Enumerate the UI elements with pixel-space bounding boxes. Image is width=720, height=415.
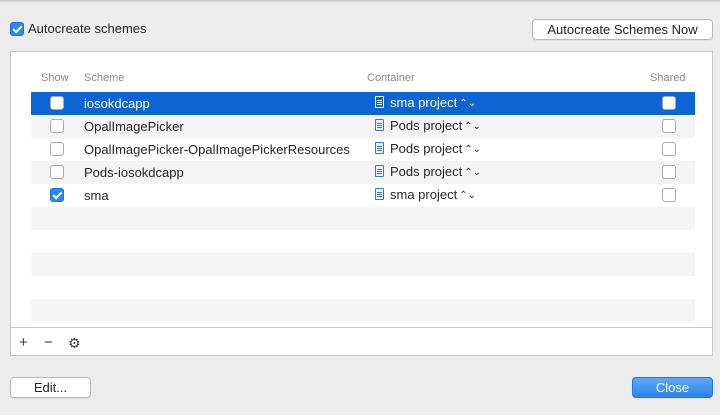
chevron-updown-icon: ⌃⌄: [464, 144, 482, 155]
show-checkbox[interactable]: [50, 165, 64, 179]
header-container[interactable]: Container: [367, 72, 415, 84]
project-document-icon: [375, 142, 384, 154]
empty-row: [31, 207, 695, 230]
window-top-edge: [0, 0, 720, 3]
empty-row: [31, 230, 695, 253]
remove-scheme-button[interactable]: −: [44, 335, 53, 351]
container-popup[interactable]: Pods project ⌃⌄: [375, 164, 481, 179]
container-label: sma project: [390, 95, 458, 110]
schemes-table: Show Scheme Container Shared iosokdcapp …: [10, 51, 713, 356]
scheme-name: Pods-iosokdcapp: [84, 165, 184, 180]
table-row[interactable]: OpalImagePicker-OpalImagePickerResources…: [31, 138, 695, 161]
container-popup[interactable]: sma project ⌃⌄: [375, 95, 476, 110]
table-bottom-divider: [11, 327, 712, 328]
chevron-updown-icon: ⌃⌄: [459, 98, 476, 109]
project-document-icon: [375, 188, 384, 200]
chevron-updown-icon: ⌃⌄: [459, 190, 476, 201]
gear-icon[interactable]: ⚙: [68, 335, 81, 351]
shared-checkbox[interactable]: [662, 119, 676, 133]
project-document-icon: [375, 165, 384, 177]
container-popup[interactable]: Pods project ⌃⌄: [375, 118, 481, 133]
shared-checkbox[interactable]: [662, 96, 676, 110]
scheme-name: sma: [84, 188, 109, 203]
show-checkbox[interactable]: [50, 119, 64, 133]
container-label: Pods project: [390, 141, 463, 156]
show-checkbox[interactable]: [50, 96, 64, 110]
container-label: sma project: [390, 187, 458, 202]
scheme-name: iosokdcapp: [84, 96, 150, 111]
shared-checkbox[interactable]: [662, 188, 676, 202]
autocreate-schemes-label: Autocreate schemes: [28, 21, 147, 36]
empty-row: [31, 253, 695, 276]
container-popup[interactable]: Pods project ⌃⌄: [375, 141, 481, 156]
scheme-name: OpalImagePicker-OpalImagePickerResources: [84, 142, 350, 157]
autocreate-schemes-now-button[interactable]: Autocreate Schemes Now: [532, 19, 713, 40]
autocreate-schemes-checkbox[interactable]: [10, 22, 24, 36]
scheme-name: OpalImagePicker: [84, 119, 184, 134]
container-label: Pods project: [390, 118, 463, 133]
empty-row: [31, 299, 695, 322]
empty-row: [31, 276, 695, 299]
table-row[interactable]: OpalImagePicker Pods project ⌃⌄: [31, 115, 695, 138]
chevron-updown-icon: ⌃⌄: [464, 167, 482, 178]
header-show[interactable]: Show: [41, 72, 69, 84]
close-button[interactable]: Close: [632, 377, 713, 398]
chevron-updown-icon: ⌃⌄: [464, 121, 482, 132]
project-document-icon: [375, 119, 384, 131]
table-rows: iosokdcapp sma project ⌃⌄ OpalImagePicker…: [31, 92, 695, 322]
show-checkbox[interactable]: [50, 142, 64, 156]
table-row[interactable]: Pods-iosokdcapp Pods project ⌃⌄: [31, 161, 695, 184]
shared-checkbox[interactable]: [662, 165, 676, 179]
shared-checkbox[interactable]: [662, 142, 676, 156]
table-header: Show Scheme Container Shared: [11, 52, 712, 90]
header-shared[interactable]: Shared: [650, 72, 685, 84]
show-checkbox[interactable]: [50, 188, 64, 202]
table-row[interactable]: iosokdcapp sma project ⌃⌄: [31, 92, 695, 115]
add-scheme-button[interactable]: +: [19, 335, 28, 351]
table-row[interactable]: sma sma project ⌃⌄: [31, 184, 695, 207]
container-label: Pods project: [390, 164, 463, 179]
project-document-icon: [375, 96, 384, 108]
edit-button[interactable]: Edit...: [10, 377, 91, 398]
header-scheme[interactable]: Scheme: [84, 72, 124, 84]
container-popup[interactable]: sma project ⌃⌄: [375, 187, 476, 202]
